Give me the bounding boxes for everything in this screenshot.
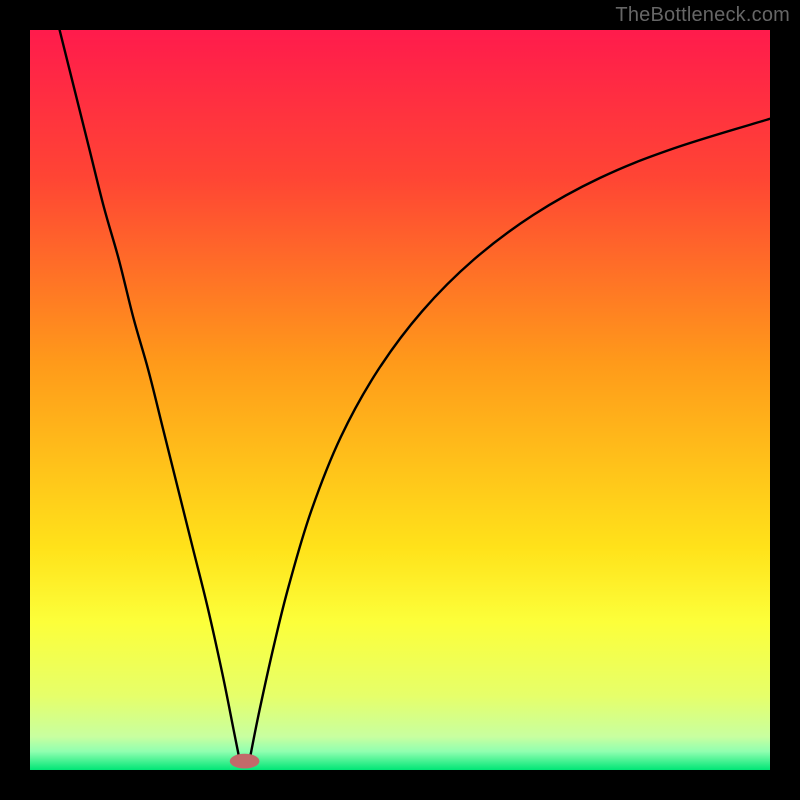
chart-svg bbox=[30, 30, 770, 770]
gradient-background bbox=[30, 30, 770, 770]
credit-label: TheBottleneck.com bbox=[615, 4, 790, 27]
chart-frame: TheBottleneck.com bbox=[0, 0, 800, 800]
plot-area bbox=[30, 30, 770, 770]
min-marker bbox=[230, 754, 260, 769]
